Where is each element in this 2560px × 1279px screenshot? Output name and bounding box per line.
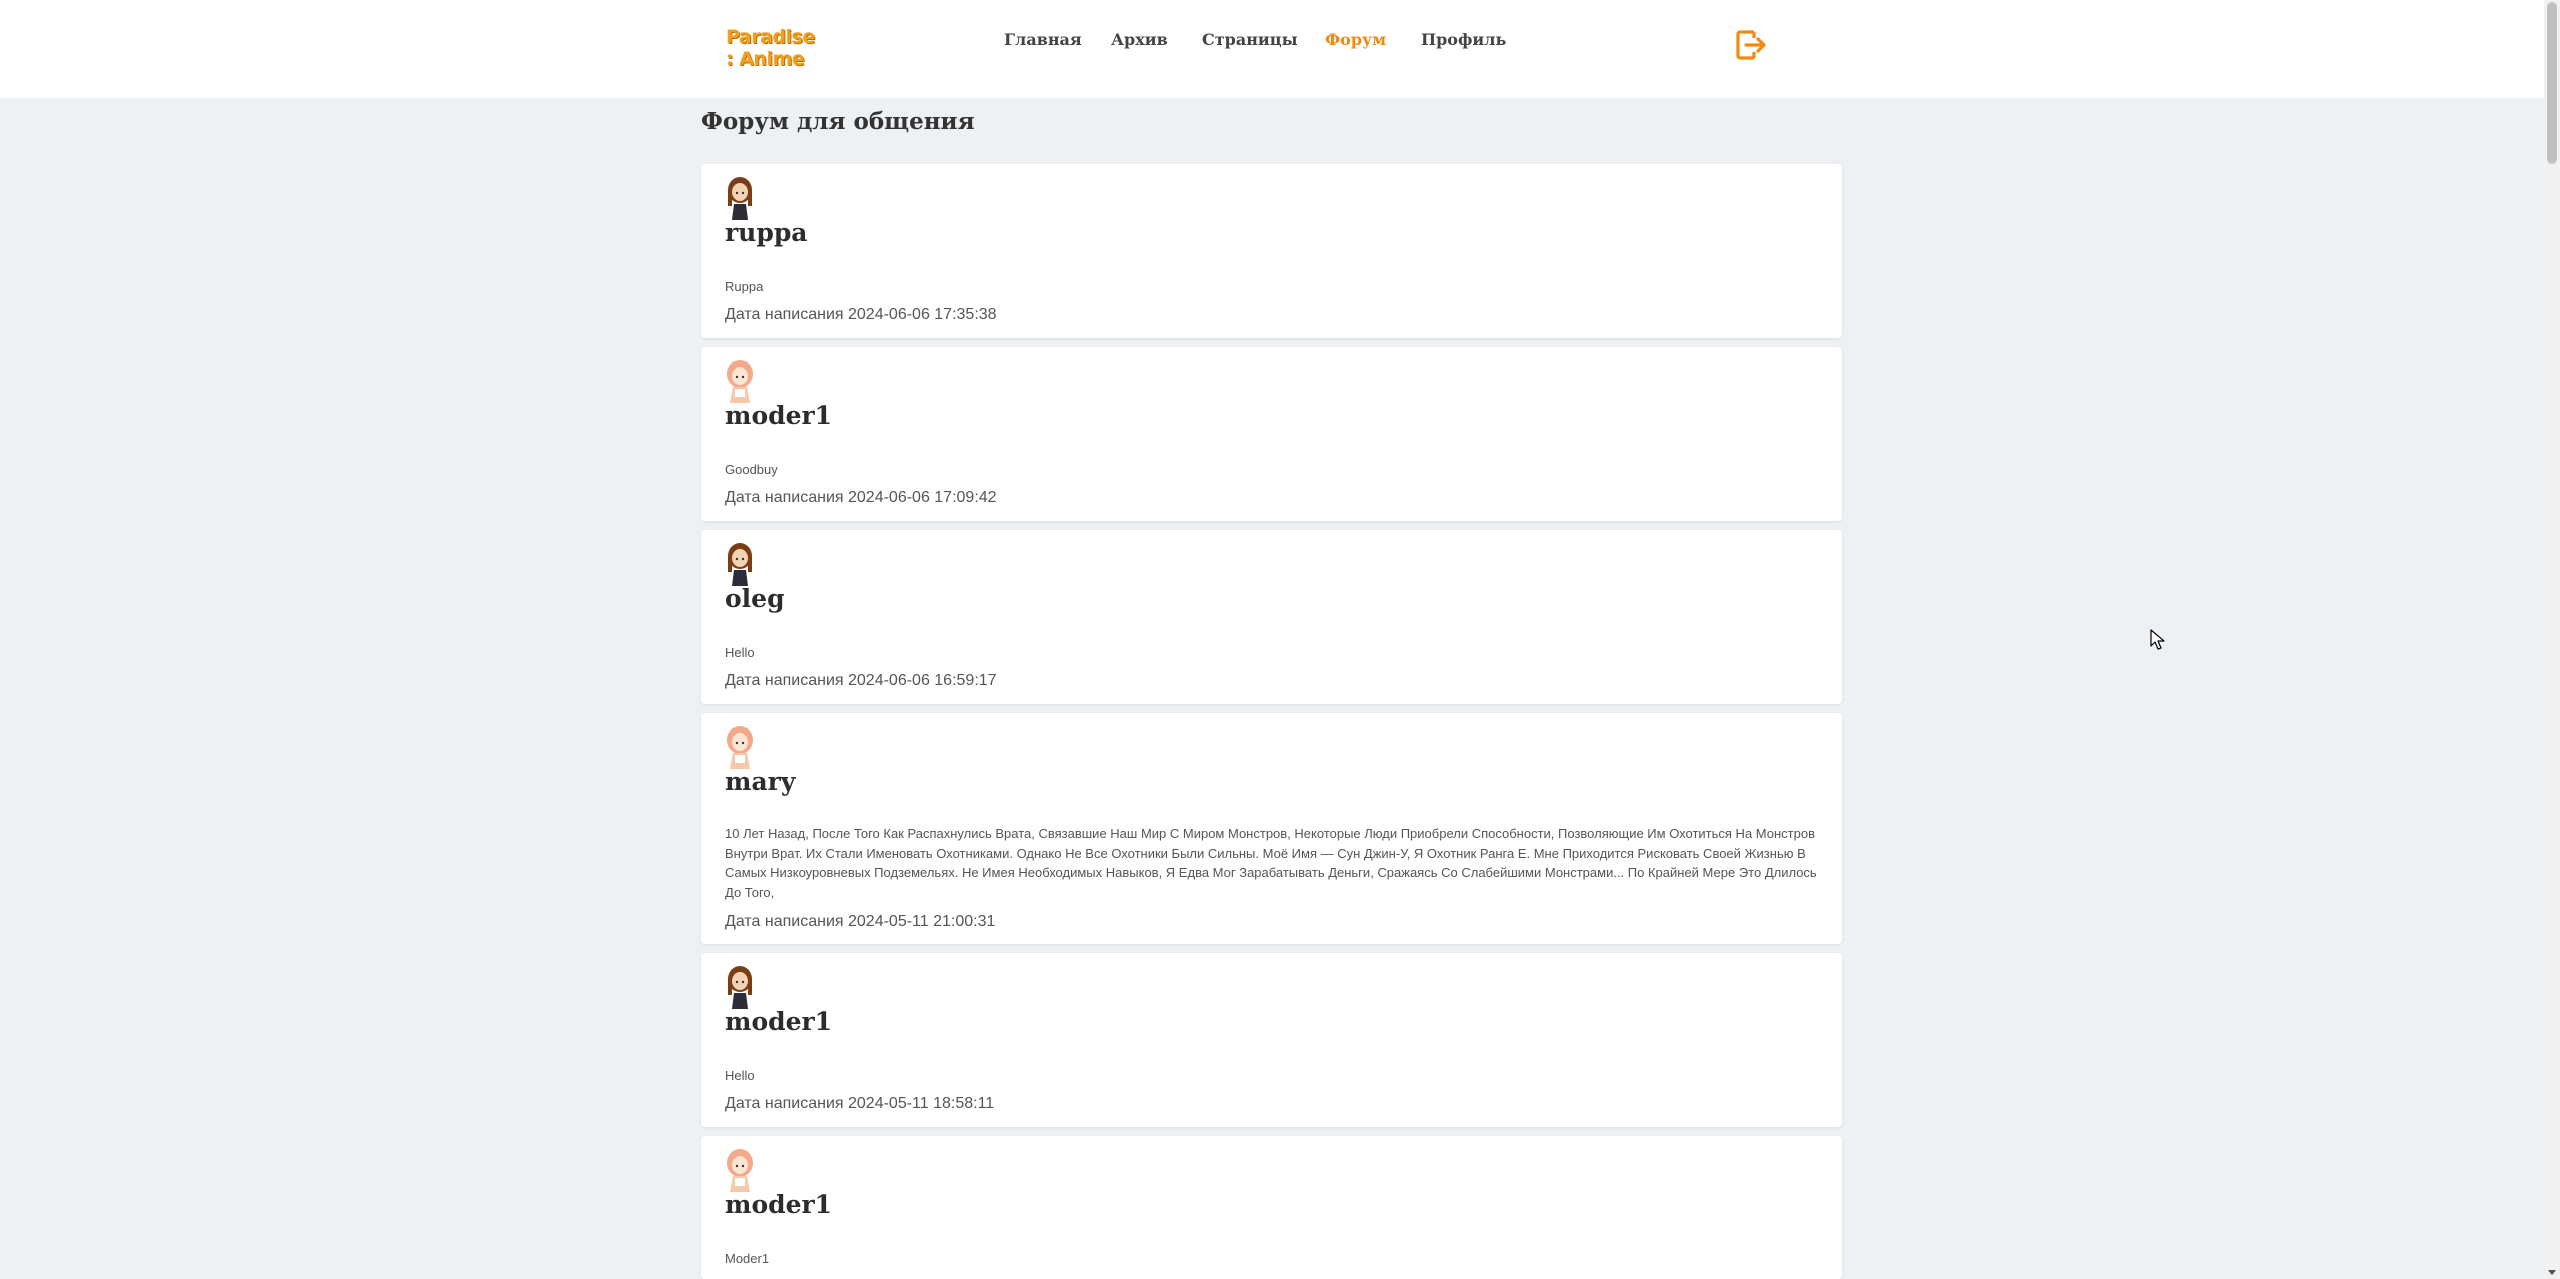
- nav-item-pages[interactable]: Страницы: [1202, 30, 1298, 49]
- logo-text-line1: Paradise: [726, 26, 815, 48]
- post-username: moder1: [725, 401, 833, 430]
- mouse-cursor-icon: [2150, 629, 2165, 650]
- nav-item-home[interactable]: Главная: [1004, 30, 1082, 49]
- forum-post: moder1 Hello Дата написания 2024-05-11 1…: [701, 953, 1842, 1127]
- forum-post: moder1 Goodbuy Дата написания 2024-06-06…: [701, 347, 1842, 521]
- scroll-down-arrow-icon[interactable]: [2548, 1270, 2556, 1275]
- logout-icon[interactable]: [1734, 28, 1768, 62]
- nav-item-archive[interactable]: Архив: [1111, 30, 1168, 49]
- post-username: mary: [725, 767, 796, 796]
- forum-post: moder1 Moder1: [701, 1136, 1842, 1279]
- top-navigation-bar: Paradise : Anime Главная Архив Страницы …: [0, 0, 2544, 98]
- post-username: ruppa: [725, 218, 808, 247]
- post-username: moder1: [725, 1190, 833, 1219]
- avatar-brown-hair-girl-icon: [728, 543, 752, 586]
- forum-post: mary 10 Лет Назад, После Того Как Распах…: [701, 713, 1842, 944]
- avatar-orange-hood-girl-icon: [727, 1149, 753, 1192]
- post-date: Дата написания 2024-06-06 16:59:17: [725, 672, 997, 689]
- avatar-orange-hood-girl-icon: [727, 726, 753, 769]
- post-date: Дата написания 2024-05-11 18:58:11: [725, 1095, 995, 1112]
- post-message: Ruppa: [725, 279, 764, 294]
- nav-item-forum[interactable]: Форум: [1325, 30, 1386, 49]
- post-message: 10 Лет Назад, После Того Как Распахнулис…: [725, 826, 1817, 900]
- avatar-brown-hair-girl-icon: [728, 966, 752, 1009]
- post-message: Moder1: [725, 1251, 770, 1266]
- post-date: Дата написания 2024-06-06 17:09:42: [725, 489, 997, 506]
- forum-post: oleg Hello Дата написания 2024-06-06 16:…: [701, 530, 1842, 704]
- post-date: Дата написания 2024-05-11 21:00:31: [725, 913, 996, 930]
- post-date: Дата написания 2024-06-06 17:35:38: [725, 306, 997, 323]
- avatar-orange-hood-girl-icon: [727, 360, 753, 403]
- forum-post: ruppa Ruppa Дата написания 2024-06-06 17…: [701, 164, 1842, 338]
- post-message: Hello: [725, 645, 755, 660]
- nav-item-profile[interactable]: Профиль: [1421, 30, 1506, 49]
- page-title: Форум для общения: [701, 108, 975, 135]
- post-message: Hello: [725, 1068, 755, 1083]
- post-username: oleg: [725, 584, 785, 613]
- page-scrollbar[interactable]: [2544, 0, 2560, 1279]
- scrollbar-thumb[interactable]: [2547, 2, 2557, 164]
- post-message: Goodbuy: [725, 462, 778, 477]
- avatar-brown-hair-girl-icon: [728, 177, 752, 220]
- post-username: moder1: [725, 1007, 833, 1036]
- logo-text-line2: : Anime: [726, 48, 805, 70]
- site-logo[interactable]: Paradise : Anime: [724, 24, 815, 78]
